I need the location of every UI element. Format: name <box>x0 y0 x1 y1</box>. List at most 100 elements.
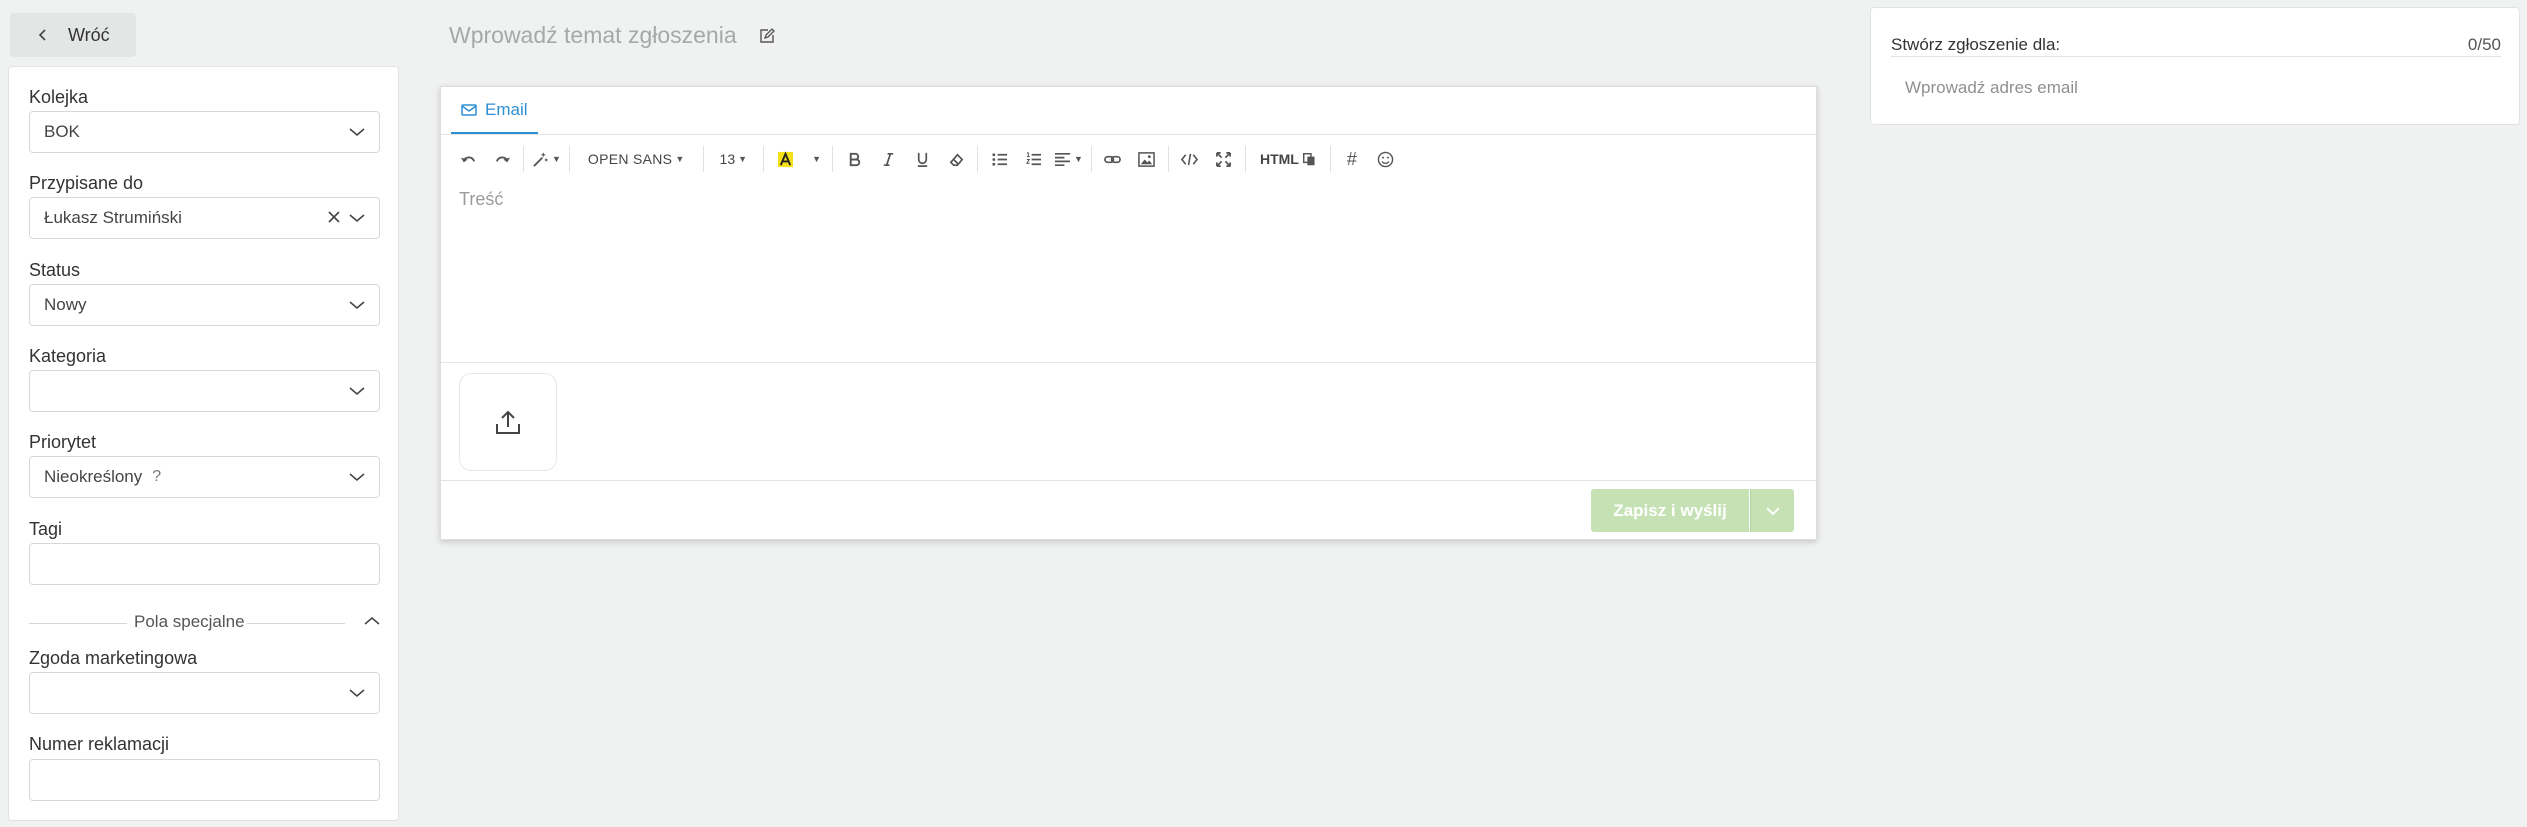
tags-input[interactable] <box>29 543 380 585</box>
underline-icon <box>917 152 927 167</box>
image-button[interactable] <box>1130 144 1164 174</box>
redo-icon <box>495 156 510 162</box>
tab-email-label: Email <box>485 99 528 119</box>
caret-down-icon: ▼ <box>1074 154 1083 164</box>
back-label: Wróć <box>68 24 110 45</box>
marketing-consent-select[interactable] <box>29 672 380 714</box>
attachment-upload-button[interactable] <box>459 373 557 471</box>
assigned-label: Przypisane do <box>29 173 144 193</box>
body-divider <box>441 362 1816 363</box>
priority-select[interactable]: Nieokreślony ? <box>29 456 380 498</box>
save-and-send-button[interactable]: Zapisz i wyślij <box>1591 489 1749 532</box>
edit-icon[interactable] <box>759 27 775 44</box>
eraser-icon <box>949 153 963 166</box>
numbered-list-button[interactable] <box>1016 144 1050 174</box>
hashtag-button[interactable]: # <box>1335 144 1369 174</box>
subject-field[interactable]: Wprowadź temat zgłoszenia <box>449 22 775 49</box>
fullscreen-button[interactable] <box>1207 144 1241 174</box>
chevron-down-icon <box>349 387 365 396</box>
font-size-value: 13 <box>719 151 736 167</box>
recipient-email-input[interactable] <box>1891 68 2491 108</box>
bold-icon <box>849 152 860 166</box>
copy-icon <box>1302 152 1315 165</box>
caret-down-icon: ▼ <box>552 154 561 164</box>
category-select[interactable] <box>29 370 380 412</box>
status-label: Status <box>29 260 81 280</box>
redo-button[interactable] <box>485 144 519 174</box>
divider-right <box>247 623 345 624</box>
magic-wand-icon <box>533 152 548 167</box>
caret-down-icon: ▼ <box>738 154 748 164</box>
font-family-select[interactable]: OPEN SANS ▼ <box>574 144 699 174</box>
chevron-down-icon <box>1765 506 1780 515</box>
toolbar-separator <box>523 146 524 172</box>
html-label: HTML <box>1259 151 1299 167</box>
text-color-button[interactable] <box>768 144 802 174</box>
text-color-icon <box>777 150 793 167</box>
toolbar-separator <box>1244 146 1246 172</box>
align-button[interactable]: ▼ <box>1050 144 1087 174</box>
bold-button[interactable] <box>837 144 871 174</box>
underline-button[interactable] <box>905 144 939 174</box>
queue-label: Kolejka <box>29 87 89 107</box>
priority-value: Nieokreślony <box>44 467 143 486</box>
tags-label: Tagi <box>29 519 63 539</box>
priority-label: Priorytet <box>29 432 97 452</box>
link-button[interactable] <box>1096 144 1130 174</box>
marketing-consent-label: Zgoda marketingowa <box>29 648 198 668</box>
bullet-list-button[interactable] <box>982 144 1016 174</box>
code-icon <box>1181 153 1199 165</box>
toolbar-separator <box>832 146 834 172</box>
toolbar-separator <box>977 146 979 172</box>
toolbar-separator <box>763 146 765 172</box>
bullet-list-icon <box>991 152 1007 166</box>
magic-wand-button[interactable]: ▼ <box>528 144 565 174</box>
status-value: Nowy <box>44 295 87 314</box>
hashtag-icon: # <box>1346 148 1357 169</box>
back-button[interactable]: Wróć <box>10 13 136 57</box>
subject-placeholder[interactable]: Wprowadź temat zgłoszenia <box>449 22 737 49</box>
status-select[interactable]: Nowy <box>29 284 380 326</box>
caret-down-icon: ▼ <box>675 154 685 164</box>
chevron-down-icon <box>349 689 365 698</box>
tab-divider <box>441 134 1816 135</box>
text-color-dropdown[interactable]: ▼ <box>802 144 828 174</box>
email-editor: Email ▼ OPEN SANS ▼ 13 ▼ ▼ ▼ HTML # Treś… <box>440 86 1817 540</box>
font-family-value: OPEN SANS <box>587 151 673 167</box>
chevron-down-icon <box>349 301 365 310</box>
send-options-dropdown[interactable] <box>1750 489 1794 532</box>
chevron-up-icon[interactable] <box>364 615 380 627</box>
fullscreen-icon <box>1216 151 1232 167</box>
assigned-value: Łukasz Strumiński <box>44 208 182 227</box>
toolbar-separator <box>1090 146 1092 172</box>
complaint-number-label: Numer reklamacji <box>29 734 170 754</box>
link-icon <box>1104 155 1122 163</box>
complaint-number-input[interactable] <box>29 759 380 801</box>
email-body[interactable]: Treść <box>459 189 503 210</box>
category-label: Kategoria <box>29 346 107 366</box>
clear-icon[interactable] <box>327 210 341 224</box>
recipient-panel: Stwórz zgłoszenie dla: 0/50 <box>1870 7 2520 125</box>
tab-email[interactable]: Email <box>451 87 538 134</box>
code-view-button[interactable] <box>1173 144 1207 174</box>
recipient-divider <box>1891 56 2501 57</box>
assigned-select[interactable]: Łukasz Strumiński <box>29 197 380 239</box>
emoji-button[interactable] <box>1369 144 1403 174</box>
caret-down-icon: ▼ <box>812 154 821 164</box>
toolbar-separator <box>568 146 570 172</box>
queue-select[interactable]: BOK <box>29 111 380 153</box>
html-button[interactable]: HTML <box>1250 144 1326 174</box>
special-fields-label: Pola specjalne <box>134 612 245 631</box>
formatting-toolbar: ▼ OPEN SANS ▼ 13 ▼ ▼ ▼ HTML # <box>451 141 1403 177</box>
italic-button[interactable] <box>871 144 905 174</box>
undo-button[interactable] <box>451 144 485 174</box>
chevron-down-icon <box>349 128 365 137</box>
emoji-icon <box>1378 151 1394 167</box>
priority-help-icon[interactable]: ? <box>152 468 161 486</box>
font-size-select[interactable]: 13 ▼ <box>708 144 760 174</box>
italic-icon <box>883 152 893 166</box>
ticket-properties-panel: Kolejka BOK Przypisane do Łukasz Strumiń… <box>8 66 399 821</box>
toolbar-separator <box>1167 146 1169 172</box>
recipient-counter: 0/50 <box>2467 35 2501 54</box>
clear-format-button[interactable] <box>939 144 973 174</box>
